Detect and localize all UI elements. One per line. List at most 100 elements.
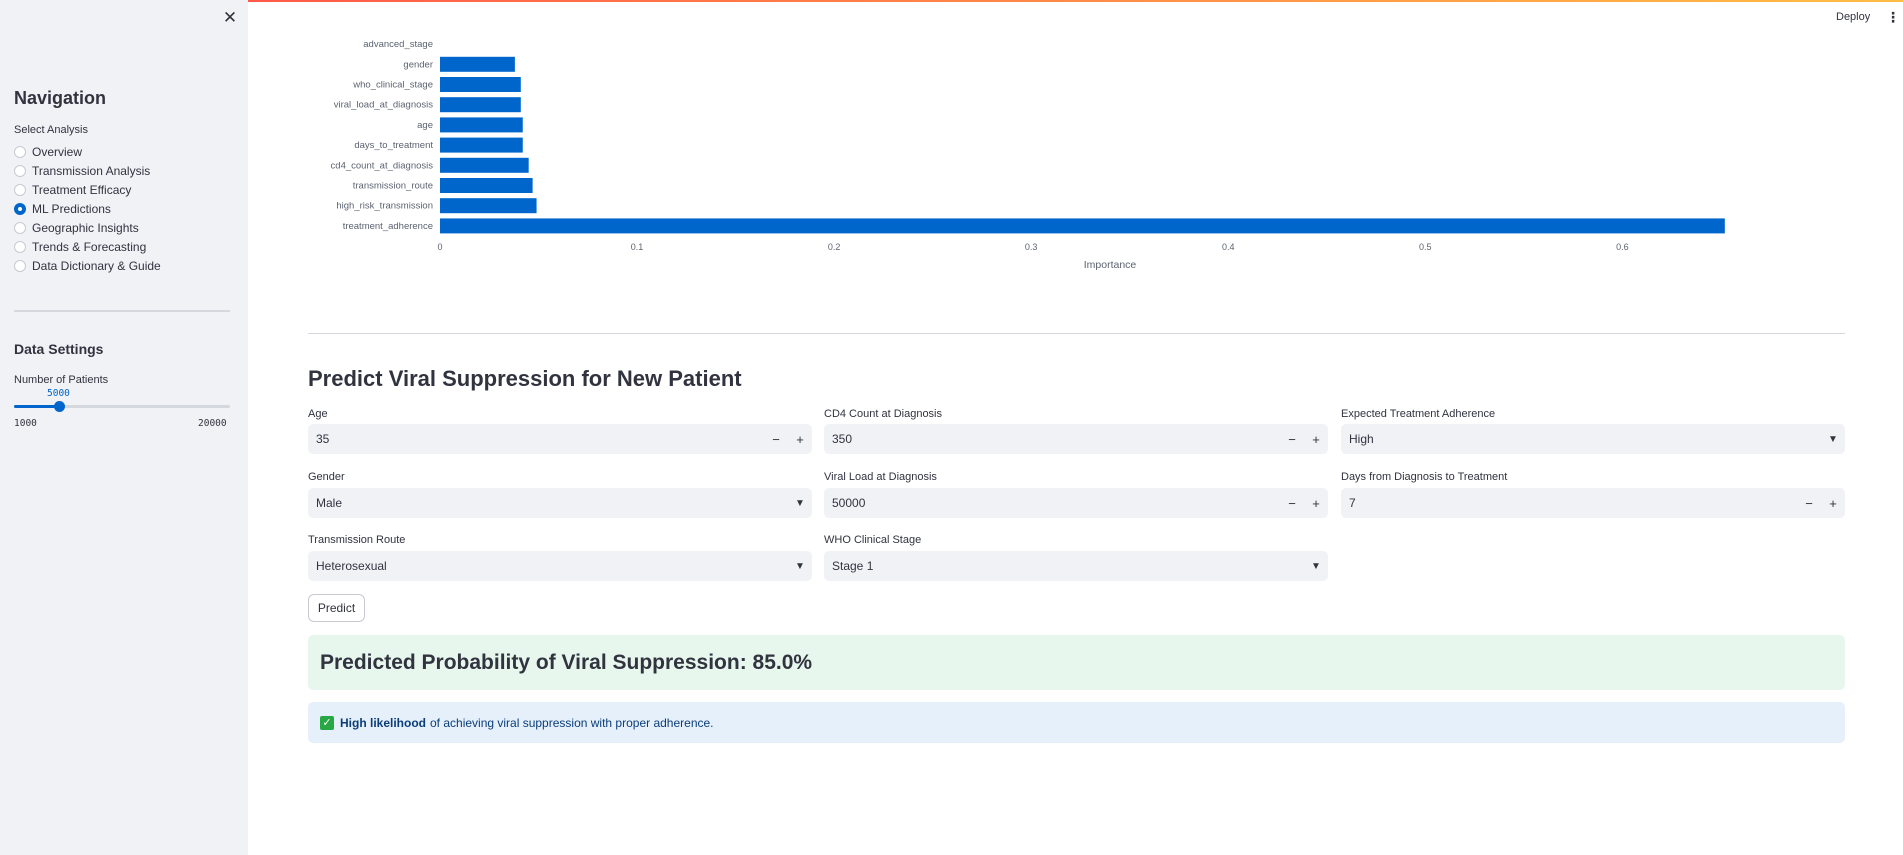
radio-option-geographic-insights[interactable]: Geographic Insights — [14, 218, 161, 237]
radio-label: Trends & Forecasting — [32, 239, 147, 254]
radio-circle[interactable] — [14, 221, 26, 234]
days-increment-button[interactable]: + — [1821, 496, 1845, 511]
slider-current-value: 5000 — [47, 388, 70, 399]
radio-label: ML Predictions — [32, 201, 111, 216]
radio-circle[interactable] — [14, 202, 26, 215]
route-select[interactable]: Heterosexual ▼ — [308, 551, 812, 581]
radio-option-ml-predictions[interactable]: ML Predictions — [14, 199, 161, 218]
days-label: Days from Diagnosis to Treatment — [1341, 471, 1508, 483]
age-label: Age — [308, 408, 328, 420]
y-tick-label: age — [417, 120, 433, 131]
slider-thumb[interactable] — [54, 401, 66, 412]
days-value[interactable]: 7 — [1341, 496, 1797, 510]
viral-load-increment-button[interactable]: + — [1304, 496, 1328, 511]
days-input[interactable]: 7 − + — [1341, 488, 1845, 518]
y-tick-label: transmission_route — [353, 181, 433, 192]
cd4-value[interactable]: 350 — [824, 432, 1280, 446]
prediction-result-box: Predicted Probability of Viral Suppressi… — [308, 635, 1845, 690]
close-icon[interactable]: ✕ — [222, 9, 238, 26]
days-decrement-button[interactable]: − — [1797, 496, 1821, 511]
feature-importance-chart: advanced_stagegender who_clinical_stagevi… — [300, 28, 1800, 278]
radio-label: Treatment Efficacy — [32, 182, 132, 197]
select-analysis-label: Select Analysis — [14, 124, 88, 136]
section-divider — [308, 333, 1845, 334]
number-of-patients-slider[interactable] — [14, 401, 230, 412]
adherence-value: High — [1349, 432, 1374, 446]
x-tick-label: 0.2 — [828, 242, 841, 252]
cd4-increment-button[interactable]: + — [1304, 432, 1328, 447]
sidebar-divider — [14, 310, 230, 312]
radio-option-overview[interactable]: Overview — [14, 142, 161, 161]
y-tick-label: treatment_adherence — [343, 221, 433, 232]
bar-high-risk-transmission — [440, 198, 537, 214]
slider-fill — [14, 405, 60, 408]
predict-section-title: Predict Viral Suppression for New Patien… — [308, 366, 742, 391]
age-decrement-button[interactable]: − — [764, 432, 788, 447]
y-tick-label: advanced_stage — [363, 39, 433, 50]
age-increment-button[interactable]: + — [788, 432, 812, 447]
who-stage-value: Stage 1 — [832, 559, 874, 573]
slider-max-label: 20000 — [198, 418, 227, 429]
info-bold-text: High likelihood — [340, 715, 426, 730]
who-stage-label: WHO Clinical Stage — [824, 534, 922, 546]
bar-treatment-adherence — [440, 218, 1725, 234]
x-tick-label: 0.4 — [1222, 242, 1235, 252]
radio-option-trends-forecasting[interactable]: Trends & Forecasting — [14, 237, 161, 256]
age-value[interactable]: 35 — [308, 432, 764, 446]
y-tick-label: who_clinical_stage — [352, 80, 433, 91]
radio-circle[interactable] — [14, 259, 26, 272]
chevron-down-icon: ▼ — [1828, 433, 1838, 445]
bar-age — [440, 117, 523, 133]
radio-label: Data Dictionary & Guide — [32, 258, 161, 273]
radio-option-data-dictionary-guide[interactable]: Data Dictionary & Guide — [14, 256, 161, 275]
x-tick-label: 0.1 — [631, 242, 644, 252]
kebab-menu-icon[interactable]: ⋮ — [1886, 9, 1900, 25]
route-label: Transmission Route — [308, 534, 406, 546]
viral-load-input[interactable]: 50000 − + — [824, 488, 1328, 518]
prediction-result-text: Predicted Probability of Viral Suppressi… — [320, 651, 813, 674]
top-decoration-bar — [0, 0, 1903, 2]
y-tick-label: cd4_count_at_diagnosis — [331, 160, 434, 171]
radio-circle[interactable] — [14, 183, 26, 196]
radio-label: Geographic Insights — [32, 220, 139, 235]
viral-load-value[interactable]: 50000 — [824, 496, 1280, 510]
chevron-down-icon: ▼ — [795, 497, 805, 509]
route-value: Heterosexual — [316, 559, 387, 573]
x-tick-label: 0.6 — [1616, 242, 1629, 252]
radio-option-transmission-analysis[interactable]: Transmission Analysis — [14, 161, 161, 180]
radio-label: Transmission Analysis — [32, 163, 151, 178]
adherence-label: Expected Treatment Adherence — [1341, 408, 1496, 420]
info-rest-text: of achieving viral suppression with prop… — [430, 715, 714, 730]
radio-option-treatment-efficacy[interactable]: Treatment Efficacy — [14, 180, 161, 199]
x-axis-label: Importance — [1084, 259, 1137, 271]
sidebar: ✕ Navigation Select Analysis Overview Tra… — [0, 0, 248, 855]
predict-button[interactable]: Predict — [308, 594, 365, 622]
age-input[interactable]: 35 − + — [308, 424, 812, 454]
bar-viral-load-at-diagnosis — [440, 97, 521, 113]
bar-gender — [440, 56, 515, 72]
who-stage-select[interactable]: Stage 1 ▼ — [824, 551, 1328, 581]
number-of-patients-label: Number of Patients — [14, 374, 109, 386]
gender-select[interactable]: Male ▼ — [308, 488, 812, 518]
y-tick-label: gender — [403, 59, 433, 70]
bar-days-to-treatment — [440, 137, 523, 153]
slider-min-label: 1000 — [14, 418, 37, 429]
radio-circle[interactable] — [14, 164, 26, 177]
adherence-select[interactable]: High ▼ — [1341, 424, 1845, 454]
cd4-input[interactable]: 350 − + — [824, 424, 1328, 454]
chevron-down-icon: ▼ — [1311, 560, 1321, 572]
deploy-button[interactable]: Deploy — [1836, 11, 1870, 23]
check-icon: ✓ — [320, 715, 334, 730]
radio-circle[interactable] — [14, 240, 26, 253]
cd4-decrement-button[interactable]: − — [1280, 432, 1304, 447]
x-tick-label: 0 — [437, 242, 442, 252]
y-tick-label: high_risk_transmission — [336, 201, 433, 212]
y-tick-label: days_to_treatment — [354, 140, 433, 151]
bar-transmission-route — [440, 178, 533, 193]
viral-load-label: Viral Load at Diagnosis — [824, 471, 937, 483]
radio-circle[interactable] — [14, 145, 26, 158]
y-tick-label: viral_load_at_diagnosis — [334, 100, 434, 111]
viral-load-decrement-button[interactable]: − — [1280, 496, 1304, 511]
gender-value: Male — [316, 496, 343, 510]
bar-cd4-count-at-diagnosis — [440, 157, 529, 173]
